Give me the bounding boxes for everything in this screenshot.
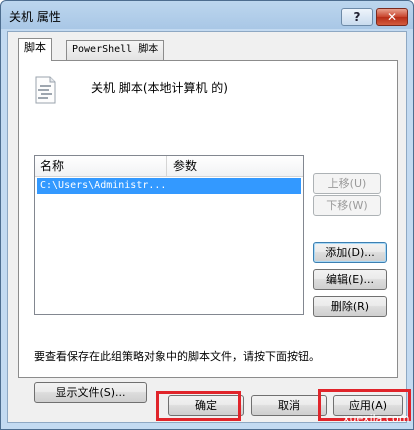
help-button[interactable]: ? <box>341 8 373 26</box>
move-up-button[interactable]: 上移(U) <box>313 173 381 194</box>
title-bar[interactable]: 关机 属性 ? ✕ <box>1 1 413 31</box>
tab-scripts[interactable]: 脚本 <box>18 38 52 61</box>
watermark: xuexila.com <box>343 412 410 425</box>
cancel-button[interactable]: 取消 <box>251 395 327 416</box>
tab-panel: 关机 脚本(本地计算机 的) 名称 参数 C:\Users\Administr.… <box>18 60 398 403</box>
tab-powershell-scripts[interactable]: PowerShell 脚本 <box>66 40 165 60</box>
edit-button[interactable]: 编辑(E)... <box>313 269 387 290</box>
scripts-list[interactable]: 名称 参数 C:\Users\Administr... <box>34 155 304 315</box>
delete-button[interactable]: 删除(R) <box>313 296 387 317</box>
script-document-icon <box>35 76 56 104</box>
properties-window: 关机 属性 ? ✕ 脚本 PowerShell 脚本 关机 脚本(本地计算机 的… <box>0 0 414 430</box>
info-text: 要查看保存在此组策略对象中的脚本文件，请按下面按钮。 <box>34 350 320 363</box>
add-button[interactable]: 添加(D)... <box>313 242 387 263</box>
list-header: 名称 参数 <box>35 156 303 177</box>
window-title: 关机 属性 <box>9 10 61 24</box>
column-header-params[interactable]: 参数 <box>168 156 303 176</box>
close-button[interactable]: ✕ <box>376 8 408 26</box>
ok-highlight-box <box>156 391 241 421</box>
scripts-heading: 关机 脚本(本地计算机 的) <box>91 81 228 95</box>
dialog-client: 脚本 PowerShell 脚本 关机 脚本(本地计算机 的) 名称 参数 C:… <box>7 31 407 423</box>
list-item[interactable]: C:\Users\Administr... <box>37 178 301 194</box>
move-down-button[interactable]: 下移(W) <box>313 195 381 216</box>
column-header-name[interactable]: 名称 <box>35 156 167 176</box>
show-files-button[interactable]: 显示文件(S)... <box>34 382 147 403</box>
